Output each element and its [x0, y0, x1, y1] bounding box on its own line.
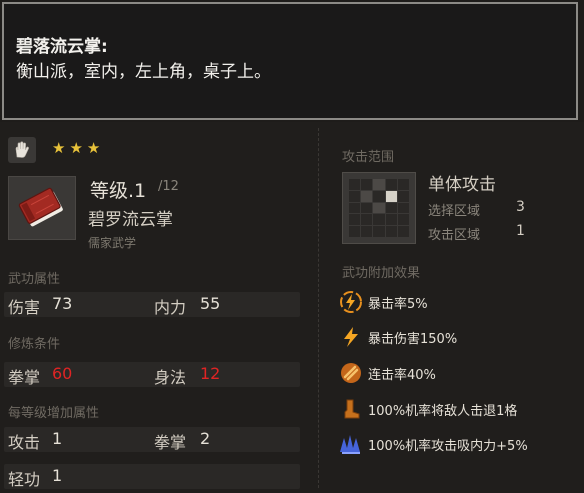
agility-requirement-label: 身法	[154, 368, 187, 387]
requirements-row: 拳掌 60 身法 12	[4, 362, 300, 387]
palm-gain-value: 2	[200, 429, 211, 448]
attack-gain-value: 1	[52, 429, 63, 448]
range-grid-icon	[342, 172, 416, 244]
attack-gain-label: 攻击	[8, 433, 41, 452]
per-level-label: 每等级增加属性	[8, 406, 100, 421]
effect-text: 100%机率攻击吸内力+5%	[368, 438, 528, 454]
location-tooltip: 碧落流云掌: 衡山派，室内，左上角，桌子上。	[2, 2, 578, 120]
select-area-label: 选择区域	[428, 204, 481, 219]
star-rating: ★ ★ ★	[52, 140, 100, 156]
palm-requirement-label: 拳掌	[8, 368, 41, 387]
skill-school: 儒家武学	[88, 236, 137, 250]
attack-area-label: 攻击区域	[428, 228, 481, 243]
star-icon: ★	[52, 139, 66, 157]
lightness-gain-value: 1	[52, 466, 63, 485]
star-icon: ★	[69, 139, 83, 157]
effect-text: 连击率40%	[368, 367, 436, 383]
star-icon: ★	[86, 139, 101, 157]
effect-item: 100%机率将敌人击退1格	[338, 396, 517, 422]
palm-type-icon	[8, 137, 36, 163]
tooltip-title: 碧落流云掌:	[16, 37, 108, 57]
damage-value: 73	[52, 294, 73, 313]
attributes-label: 武功属性	[8, 272, 61, 287]
effect-item: 暴击伤害150%	[338, 324, 457, 350]
palm-gain-label: 拳掌	[154, 433, 187, 452]
mp-label: 内力	[154, 298, 187, 317]
effect-item: 暴击率5%	[338, 289, 428, 315]
effect-item: 连击率40%	[338, 360, 436, 386]
select-area-value: 3	[516, 199, 525, 215]
agility-requirement-value: 12	[200, 364, 221, 383]
skill-level-max: /12	[158, 179, 179, 194]
requirements-label: 修炼条件	[8, 337, 61, 352]
effect-text: 暴击率5%	[368, 296, 428, 312]
effects-label: 武功附加效果	[342, 266, 421, 281]
attack-type: 单体攻击	[428, 175, 496, 195]
mp-value: 55	[200, 294, 221, 313]
effect-item: 100%机率攻击吸内力+5%	[338, 431, 528, 457]
palm-requirement-value: 60	[52, 364, 73, 383]
per-level-row: 轻功 1	[4, 464, 300, 489]
effect-text: 100%机率将敌人击退1格	[368, 403, 518, 419]
skill-level: 等级.1	[90, 180, 147, 202]
per-level-row: 攻击 1 拳掌 2	[4, 427, 300, 452]
tooltip-body: 衡山派，室内，左上角，桌子上。	[16, 62, 271, 82]
boot-icon	[338, 396, 364, 422]
attributes-row: 伤害 73 内力 55	[4, 292, 300, 317]
skill-name: 碧罗流云掌	[88, 210, 173, 230]
skill-book-icon	[8, 176, 76, 240]
attack-area-value: 1	[516, 223, 525, 239]
damage-label: 伤害	[8, 298, 41, 317]
absorb-icon	[338, 431, 364, 457]
column-divider	[318, 128, 319, 488]
effect-text: 暴击伤害150%	[368, 331, 458, 347]
lightness-gain-label: 轻功	[8, 470, 41, 489]
critical-rate-icon	[338, 289, 364, 315]
lightning-icon	[338, 324, 364, 350]
range-label: 攻击范围	[342, 150, 395, 165]
combo-icon	[338, 360, 364, 386]
